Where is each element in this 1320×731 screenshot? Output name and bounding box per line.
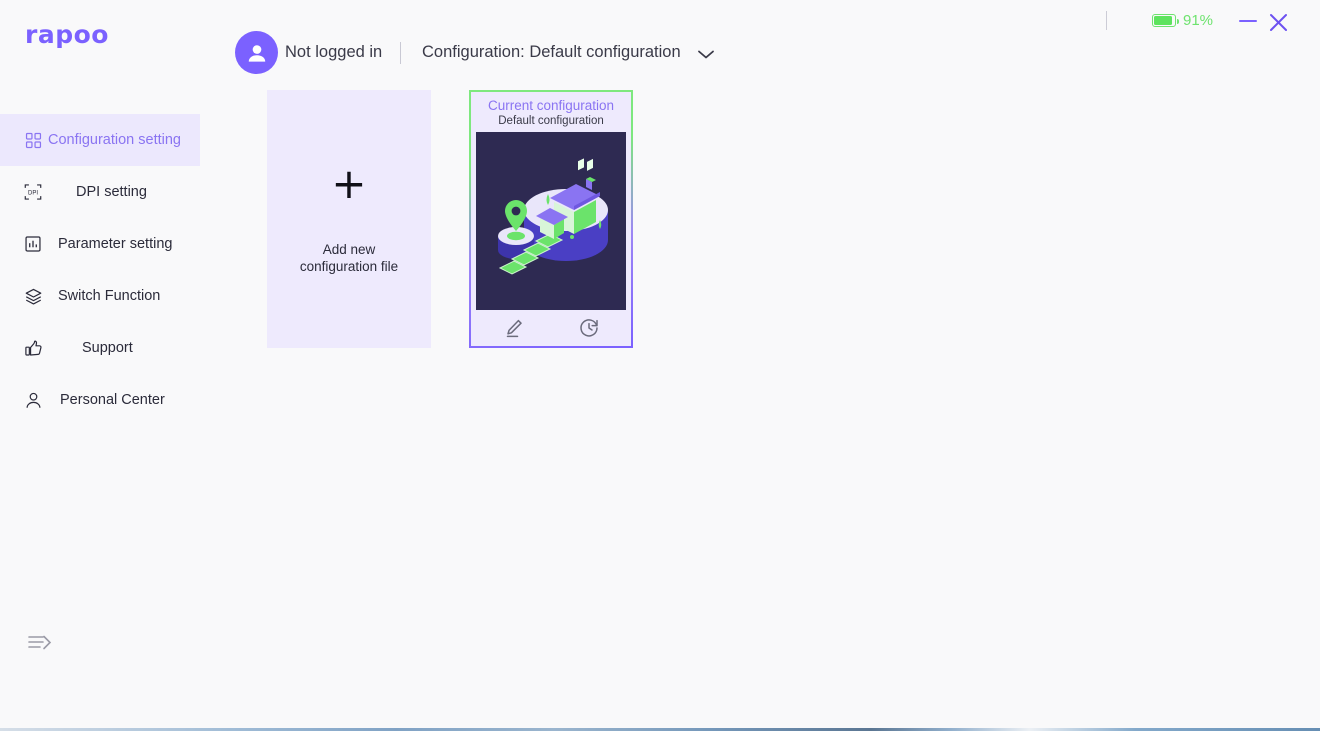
rapoo-logo: rapoo [25, 20, 109, 49]
card-action-bar [476, 317, 626, 339]
plus-icon: + [331, 159, 367, 208]
add-configuration-label: Add new configuration file [300, 241, 398, 275]
person-icon [22, 389, 44, 411]
sidebar-item-parameter-setting[interactable]: Parameter setting [0, 218, 200, 270]
sidebar-item-label: Parameter setting [58, 236, 173, 252]
isometric-house-location-illustration [476, 132, 626, 310]
avatar[interactable] [235, 31, 278, 74]
history-restore-icon[interactable] [578, 317, 600, 339]
app-window: rapoo Configuration setting DPI DPI sett… [0, 0, 1320, 731]
sidebar: rapoo Configuration setting DPI DPI sett… [0, 0, 200, 728]
close-button[interactable] [1268, 12, 1289, 33]
current-configuration-subtitle: Default configuration [498, 115, 604, 127]
svg-text:DPI: DPI [28, 190, 38, 196]
current-configuration-card[interactable]: Current configuration Default configurat… [469, 90, 633, 348]
sidebar-nav: Configuration setting DPI DPI setting Pa… [0, 114, 200, 426]
sidebar-item-personal-center[interactable]: Personal Center [0, 374, 200, 426]
sidebar-item-configuration-setting[interactable]: Configuration setting [0, 114, 200, 166]
collapse-sidebar-icon[interactable] [26, 630, 56, 656]
minimize-button[interactable] [1238, 13, 1258, 29]
sidebar-item-support[interactable]: Support [0, 322, 200, 374]
dpi-icon: DPI [22, 181, 44, 203]
sidebar-item-dpi-setting[interactable]: DPI DPI setting [0, 166, 200, 218]
configuration-dropdown[interactable]: Configuration: Default configuration [422, 43, 715, 62]
sidebar-item-label: Configuration setting [48, 132, 181, 148]
battery-status: 91% [1152, 12, 1213, 29]
sidebar-item-label: Switch Function [58, 288, 161, 304]
pencil-edit-icon[interactable] [503, 317, 525, 339]
window-controls-divider [1106, 11, 1107, 30]
grid-icon [22, 129, 44, 151]
add-configuration-line2: configuration file [299, 259, 399, 274]
bar-chart-icon [22, 233, 44, 255]
sidebar-item-label: Support [82, 340, 133, 356]
main-content: + Add new configuration file Current con… [200, 80, 1320, 728]
configuration-dropdown-label: Configuration: Default configuration [422, 43, 681, 61]
add-configuration-line1: Add new [322, 242, 376, 257]
battery-percent-label: 91% [1183, 12, 1214, 29]
thumbs-up-icon [22, 337, 44, 359]
header-divider [400, 42, 401, 64]
battery-icon [1152, 14, 1179, 27]
add-configuration-card[interactable]: + Add new configuration file [267, 90, 431, 348]
sidebar-item-switch-function[interactable]: Switch Function [0, 270, 200, 322]
sidebar-item-label: Personal Center [60, 392, 165, 408]
layers-icon [22, 285, 44, 307]
chevron-down-icon [697, 47, 715, 59]
account-status-text: Not logged in [285, 43, 383, 61]
current-configuration-title: Current configuration [487, 98, 615, 113]
sidebar-item-label: DPI setting [76, 184, 147, 200]
